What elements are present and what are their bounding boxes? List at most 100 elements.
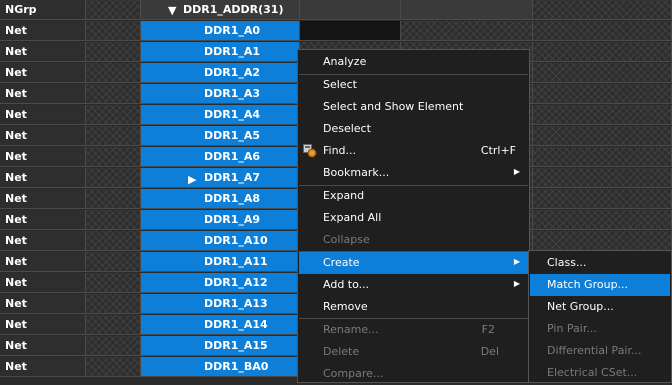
row-name-label: DDR1_A5 (204, 129, 261, 142)
group-title: DDR1_ADDR(31) (183, 3, 284, 16)
submenu-item-net-group[interactable]: Net Group... (530, 296, 670, 318)
menu-label: Bookmark... (323, 166, 390, 179)
submenu-item-differential-pair: Differential Pair... (530, 340, 670, 362)
menu-label: Add to... (323, 278, 370, 291)
row-cell-5 (533, 21, 672, 41)
row-type-cell[interactable]: Net (0, 273, 86, 293)
row-blank-cell (86, 315, 141, 335)
menu-label: Delete (323, 345, 360, 358)
row-cell-5 (533, 42, 672, 62)
find-icon (303, 144, 317, 158)
menu-item-expand[interactable]: Expand (299, 185, 528, 207)
row-type-label: Net (5, 87, 27, 100)
row-name-label: DDR1_A6 (204, 150, 261, 163)
menu-label: Create (323, 256, 360, 269)
row-type-cell[interactable]: Net (0, 357, 86, 377)
menu-item-analyze[interactable]: Analyze (299, 51, 528, 73)
row-name-cell[interactable]: DDR1_A15 (141, 336, 300, 356)
row-cell-5 (533, 147, 672, 167)
row-type-label: Net (5, 255, 27, 268)
row-name-cell[interactable]: DDR1_A10 (141, 231, 300, 251)
menu-label: Pin Pair... (547, 322, 597, 335)
submenu-item-match-group[interactable]: Match Group... (530, 274, 670, 296)
expanded-triangle-icon[interactable]: ▼ (168, 4, 176, 17)
row-type-cell[interactable]: Net (0, 336, 86, 356)
row-blank-cell (86, 126, 141, 146)
row-name-label: DDR1_A1 (204, 45, 261, 58)
submenu-item-class[interactable]: Class... (530, 252, 670, 274)
row-blank-cell (86, 84, 141, 104)
row-name-cell[interactable]: DDR1_A5 (141, 126, 300, 146)
menu-item-find[interactable]: Find... Ctrl+F (299, 140, 528, 162)
row-cell-5 (533, 105, 672, 125)
menu-item-select[interactable]: Select (299, 74, 528, 96)
header-cell-blank (86, 0, 141, 20)
row-type-label: Net (5, 24, 27, 37)
row-name-cell[interactable]: DDR1_A8 (141, 189, 300, 209)
header-cell-type[interactable]: NGrp (0, 0, 86, 20)
menu-label: Expand All (323, 211, 382, 224)
row-blank-cell (86, 63, 141, 83)
row-type-cell[interactable]: Net (0, 252, 86, 272)
row-name-cell[interactable]: DDR1_A13 (141, 294, 300, 314)
row-type-cell[interactable]: Net (0, 231, 86, 251)
row-name-cell[interactable]: DDR1_A1 (141, 42, 300, 62)
row-name-cell[interactable]: DDR1_A3 (141, 84, 300, 104)
menu-item-select-and-show[interactable]: Select and Show Element (299, 96, 528, 118)
menu-shortcut: Ctrl+F (480, 144, 516, 157)
row-blank-cell (86, 357, 141, 377)
row-cell-5 (533, 126, 672, 146)
row-type-cell[interactable]: Net (0, 168, 86, 188)
row-type-cell[interactable]: Net (0, 63, 86, 83)
row-type-label: Net (5, 171, 27, 184)
row-blank-cell (86, 21, 141, 41)
row-type-cell[interactable]: Net (0, 84, 86, 104)
menu-item-rename: Rename... F2 (299, 319, 528, 341)
menu-item-deselect[interactable]: Deselect (299, 118, 528, 140)
row-name-label: DDR1_A11 (204, 255, 268, 268)
row-blank-cell (86, 42, 141, 62)
row-type-cell[interactable]: Net (0, 315, 86, 335)
row-name-cell[interactable]: ▶ DDR1_A7 (141, 168, 300, 188)
menu-label: Select (323, 78, 357, 91)
row-type-cell[interactable]: Net (0, 294, 86, 314)
menu-item-remove[interactable]: Remove (299, 296, 528, 318)
row-name-cell[interactable]: DDR1_A2 (141, 63, 300, 83)
row-name-cell[interactable]: DDR1_A11 (141, 252, 300, 272)
row-type-cell[interactable]: Net (0, 147, 86, 167)
menu-shortcut: F2 (481, 323, 495, 336)
row-name-label: DDR1_A10 (204, 234, 268, 247)
row-name-cell[interactable]: DDR1_BA0 (141, 357, 300, 377)
row-type-cell[interactable]: Net (0, 189, 86, 209)
row-type-label: Net (5, 192, 27, 205)
menu-item-create[interactable]: Create ▶ (299, 252, 528, 274)
row-name-cell[interactable]: DDR1_A6 (141, 147, 300, 167)
row-blank-cell (86, 105, 141, 125)
header-cell-4 (401, 0, 533, 20)
row-name-label: DDR1_A9 (204, 213, 261, 226)
row-name-cell[interactable]: DDR1_A14 (141, 315, 300, 335)
menu-item-bookmark[interactable]: Bookmark... ▶ (299, 162, 528, 184)
menu-item-expand-all[interactable]: Expand All (299, 207, 528, 229)
menu-label: Net Group... (547, 300, 614, 313)
row-type-cell[interactable]: Net (0, 42, 86, 62)
row-name-label: DDR1_A2 (204, 66, 261, 79)
menu-label: Select and Show Element (323, 100, 464, 113)
row-type-cell[interactable]: Net (0, 210, 86, 230)
row-type-cell[interactable]: Net (0, 105, 86, 125)
row-name-cell[interactable]: DDR1_A0 (141, 21, 300, 41)
menu-item-compare: Compare... (299, 363, 528, 385)
header-cell-group[interactable]: ▼ DDR1_ADDR(31) (141, 0, 300, 20)
row-name-cell[interactable]: DDR1_A4 (141, 105, 300, 125)
header-cell-3 (300, 0, 401, 20)
menu-item-add-to[interactable]: Add to... ▶ (299, 274, 528, 296)
menu-label: Compare... (323, 367, 384, 380)
row-name-cell[interactable]: DDR1_A12 (141, 273, 300, 293)
table-row[interactable]: Net DDR1_A0 (0, 21, 672, 42)
row-cell-5 (533, 210, 672, 230)
menu-label: Collapse (323, 233, 370, 246)
row-type-cell[interactable]: Net (0, 21, 86, 41)
current-row-arrow-icon: ▶ (188, 173, 197, 186)
row-type-cell[interactable]: Net (0, 126, 86, 146)
row-name-cell[interactable]: DDR1_A9 (141, 210, 300, 230)
